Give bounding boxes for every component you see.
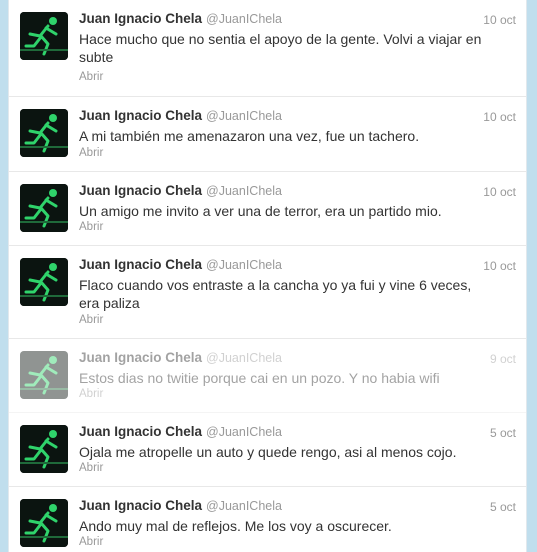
tweet-text: Ando muy mal de reflejos. Me los voy a o… <box>79 518 392 534</box>
author-handle[interactable]: @JuanIChela <box>206 12 282 26</box>
open-link[interactable]: Abrir <box>79 388 103 400</box>
open-link[interactable]: Abrir <box>79 314 103 326</box>
tweet-author[interactable]: Juan Ignacio Chela @JuanIChela <box>79 11 282 26</box>
tweet-text: Un amigo me invito a ver una de terror, … <box>79 203 442 219</box>
tweet-text: A mi también me amenazaron una vez, fue … <box>79 128 420 144</box>
author-name[interactable]: Juan Ignacio Chela <box>79 424 202 439</box>
tweet-author[interactable]: Juan Ignacio Chela @JuanIChela <box>79 108 282 123</box>
author-name[interactable]: Juan Ignacio Chela <box>79 350 202 365</box>
tweet-date[interactable]: 5 oct <box>490 500 516 514</box>
open-link[interactable]: Abrir <box>79 71 103 83</box>
avatar[interactable] <box>20 184 68 232</box>
tweet-author[interactable]: Juan Ignacio Chela @JuanIChela <box>79 183 282 198</box>
author-handle[interactable]: @JuanIChela <box>206 258 282 272</box>
tweet-date[interactable]: 10 oct <box>483 13 516 27</box>
running-man-icon <box>20 12 68 60</box>
running-man-icon <box>20 109 68 157</box>
author-name[interactable]: Juan Ignacio Chela <box>79 108 202 123</box>
tweet-author[interactable]: Juan Ignacio Chela @JuanIChela <box>79 257 282 272</box>
tweet-item[interactable]: Juan Ignacio Chela @JuanIChela 10 oct Hac… <box>9 0 526 97</box>
tweet-date[interactable]: 10 oct <box>483 259 516 273</box>
author-name[interactable]: Juan Ignacio Chela <box>79 11 202 26</box>
author-handle[interactable]: @JuanIChela <box>206 499 282 513</box>
author-handle[interactable]: @JuanIChela <box>206 184 282 198</box>
running-man-icon <box>20 499 68 547</box>
running-man-icon <box>20 351 68 399</box>
tweet-date[interactable]: 10 oct <box>483 110 516 124</box>
running-man-icon <box>20 184 68 232</box>
avatar[interactable] <box>20 499 68 547</box>
open-link[interactable]: Abrir <box>79 221 103 233</box>
author-handle[interactable]: @JuanIChela <box>206 351 282 365</box>
avatar[interactable] <box>20 258 68 306</box>
avatar[interactable] <box>20 351 68 399</box>
author-name[interactable]: Juan Ignacio Chela <box>79 498 202 513</box>
author-handle[interactable]: @JuanIChela <box>206 109 282 123</box>
tweet-item[interactable]: Juan Ignacio Chela @JuanIChela 10 oct A m… <box>9 97 526 172</box>
tweet-author[interactable]: Juan Ignacio Chela @JuanIChela <box>79 424 282 439</box>
open-link[interactable]: Abrir <box>79 536 103 548</box>
tweet-item[interactable]: Juan Ignacio Chela @JuanIChela 5 oct Ando… <box>9 487 526 552</box>
tweet-item[interactable]: Juan Ignacio Chela @JuanIChela 9 oct Esto… <box>9 339 526 413</box>
author-name[interactable]: Juan Ignacio Chela <box>79 183 202 198</box>
avatar[interactable] <box>20 425 68 473</box>
tweet-date[interactable]: 5 oct <box>490 426 516 440</box>
tweet-timeline: Juan Ignacio Chela @JuanIChela 10 oct Hac… <box>8 0 527 552</box>
tweet-date[interactable]: 9 oct <box>490 352 516 366</box>
tweet-text: Hace mucho que no sentia el apoyo de la … <box>79 31 482 65</box>
tweet-text: Ojala me atropelle un auto y quede rengo… <box>79 444 457 460</box>
running-man-icon <box>20 425 68 473</box>
tweet-text: Estos dias no twitie porque cai en un po… <box>79 370 440 386</box>
tweet-item[interactable]: Juan Ignacio Chela @JuanIChela 10 oct Un … <box>9 172 526 246</box>
tweet-item[interactable]: Juan Ignacio Chela @JuanIChela 10 oct Fla… <box>9 246 526 339</box>
running-man-icon <box>20 258 68 306</box>
tweet-item[interactable]: Juan Ignacio Chela @JuanIChela 5 oct Ojal… <box>9 413 526 487</box>
open-link[interactable]: Abrir <box>79 462 103 474</box>
tweet-author[interactable]: Juan Ignacio Chela @JuanIChela <box>79 498 282 513</box>
tweet-date[interactable]: 10 oct <box>483 185 516 199</box>
avatar[interactable] <box>20 12 68 60</box>
author-handle[interactable]: @JuanIChela <box>206 425 282 439</box>
open-link[interactable]: Abrir <box>79 147 103 159</box>
tweet-text: Flaco cuando vos entraste a la cancha yo… <box>79 277 472 311</box>
author-name[interactable]: Juan Ignacio Chela <box>79 257 202 272</box>
tweet-author[interactable]: Juan Ignacio Chela @JuanIChela <box>79 350 282 365</box>
avatar[interactable] <box>20 109 68 157</box>
